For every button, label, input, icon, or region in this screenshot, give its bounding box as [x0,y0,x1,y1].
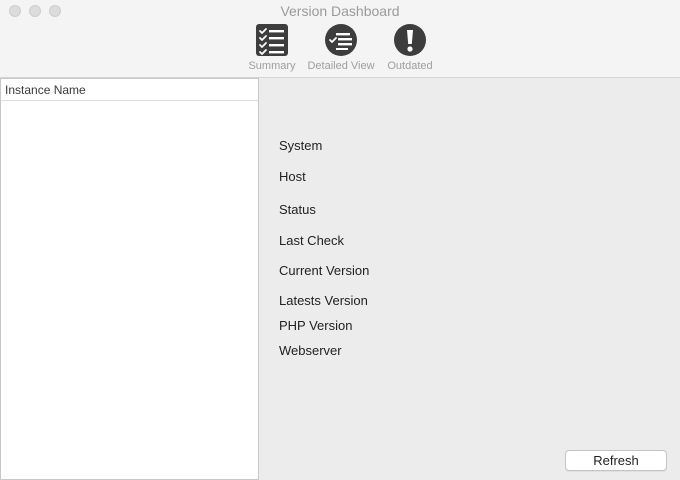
toolbar-detailed-view-button[interactable]: Detailed View [302,23,380,72]
window-title: Version Dashboard [280,3,400,19]
webserver-label: Webserver [279,343,342,358]
toolbar-summary-label: Summary [248,60,296,72]
instance-list[interactable]: Instance Name [0,78,259,480]
checklist-icon [256,24,288,56]
title-toolbar-bar: Version Dashboard Summary Detailed View … [0,0,680,78]
main-window: Version Dashboard Summary Detailed View … [0,0,680,480]
host-label: Host [279,169,306,184]
toolbar-summary-button[interactable]: Summary [244,23,300,72]
toolbar-detailed-view-label: Detailed View [307,60,375,72]
last-check-label: Last Check [279,233,345,248]
toolbar-outdated-button[interactable]: Outdated [382,23,438,72]
refresh-button[interactable]: Refresh [565,450,667,471]
current-version-label: Current Version [279,263,370,278]
status-label: Status [279,202,316,217]
detailed-list-icon [325,24,357,56]
toolbar-outdated-label: Outdated [387,60,433,72]
column-header-instance-name[interactable]: Instance Name [1,79,258,101]
latest-version-label: Latests Version [279,293,368,308]
exclamation-icon [394,24,426,56]
system-label: System [279,138,323,153]
php-version-label: PHP Version [279,318,353,333]
